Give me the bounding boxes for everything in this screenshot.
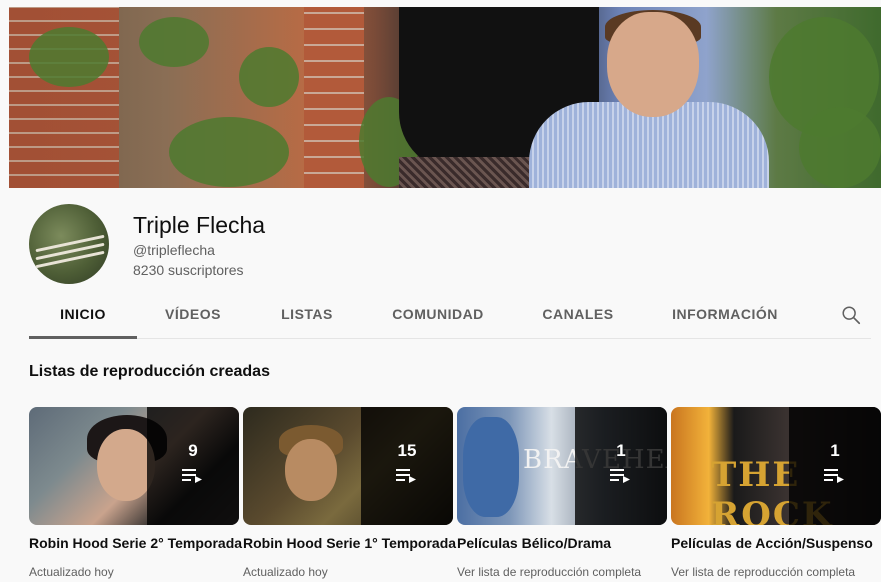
playlist-card[interactable]: 9 Robin Hood Serie 2° Temporada Actualiz…: [29, 407, 242, 579]
view-full-playlist-link[interactable]: Ver lista de reproducción completa: [457, 565, 667, 579]
tab-inicio[interactable]: INICIO: [29, 292, 137, 339]
playlist-subtitle: Actualizado hoy: [29, 565, 114, 579]
playlist-icon: [182, 469, 202, 483]
playlist-thumbnail[interactable]: THE ROCK 1: [671, 407, 881, 525]
playlist-title[interactable]: Películas Bélico/Drama: [457, 535, 667, 551]
playlist-card[interactable]: THE ROCK 1 Películas de Acción/Suspenso …: [671, 407, 881, 579]
playlist-subtitle: Actualizado hoy: [243, 565, 328, 579]
channel-handle: @tripleflecha: [133, 242, 215, 258]
playlist-icon: [396, 469, 416, 483]
section-title[interactable]: Listas de reproducción creadas: [29, 363, 270, 381]
channel-tabs: INICIO VÍDEOS LISTAS COMUNIDAD CANALES I…: [29, 292, 871, 339]
playlist-title[interactable]: Robin Hood Serie 2° Temporada: [29, 535, 242, 551]
playlist-icon: [824, 469, 844, 483]
playlist-thumbnail[interactable]: BRAVEHEART 1: [457, 407, 667, 525]
search-icon[interactable]: [840, 304, 862, 326]
subscriber-count: 8230 suscriptores: [133, 262, 244, 278]
playlist-card[interactable]: 15 Robin Hood Serie 1° Temporada Actuali…: [243, 407, 456, 579]
tab-canales[interactable]: CANALES: [533, 292, 623, 339]
view-full-playlist-link[interactable]: Ver lista de reproducción completa: [671, 565, 881, 579]
playlist-thumbnail[interactable]: 15: [243, 407, 453, 525]
channel-banner: [9, 7, 881, 188]
playlist-title[interactable]: Películas de Acción/Suspenso: [671, 535, 881, 551]
playlist-overlay: 1: [575, 407, 667, 525]
playlist-overlay: 1: [789, 407, 881, 525]
playlist-overlay: 9: [147, 407, 239, 525]
channel-name: Triple Flecha: [133, 212, 266, 238]
playlist-video-count: 1: [830, 441, 840, 460]
playlist-card[interactable]: BRAVEHEART 1 Películas Bélico/Drama Ver …: [457, 407, 667, 579]
tab-comunidad[interactable]: COMUNIDAD: [381, 292, 495, 339]
tab-videos[interactable]: VÍDEOS: [153, 292, 233, 339]
channel-avatar[interactable]: [29, 204, 109, 284]
playlist-video-count: 9: [188, 441, 198, 460]
playlist-title[interactable]: Robin Hood Serie 1° Temporada: [243, 535, 456, 551]
tab-listas[interactable]: LISTAS: [269, 292, 345, 339]
playlist-icon: [610, 469, 630, 483]
playlist-video-count: 15: [397, 441, 417, 460]
playlist-thumbnail[interactable]: 9: [29, 407, 239, 525]
tab-informacion[interactable]: INFORMACIÓN: [661, 292, 789, 339]
playlist-overlay: 15: [361, 407, 453, 525]
playlist-video-count: 1: [616, 441, 626, 460]
